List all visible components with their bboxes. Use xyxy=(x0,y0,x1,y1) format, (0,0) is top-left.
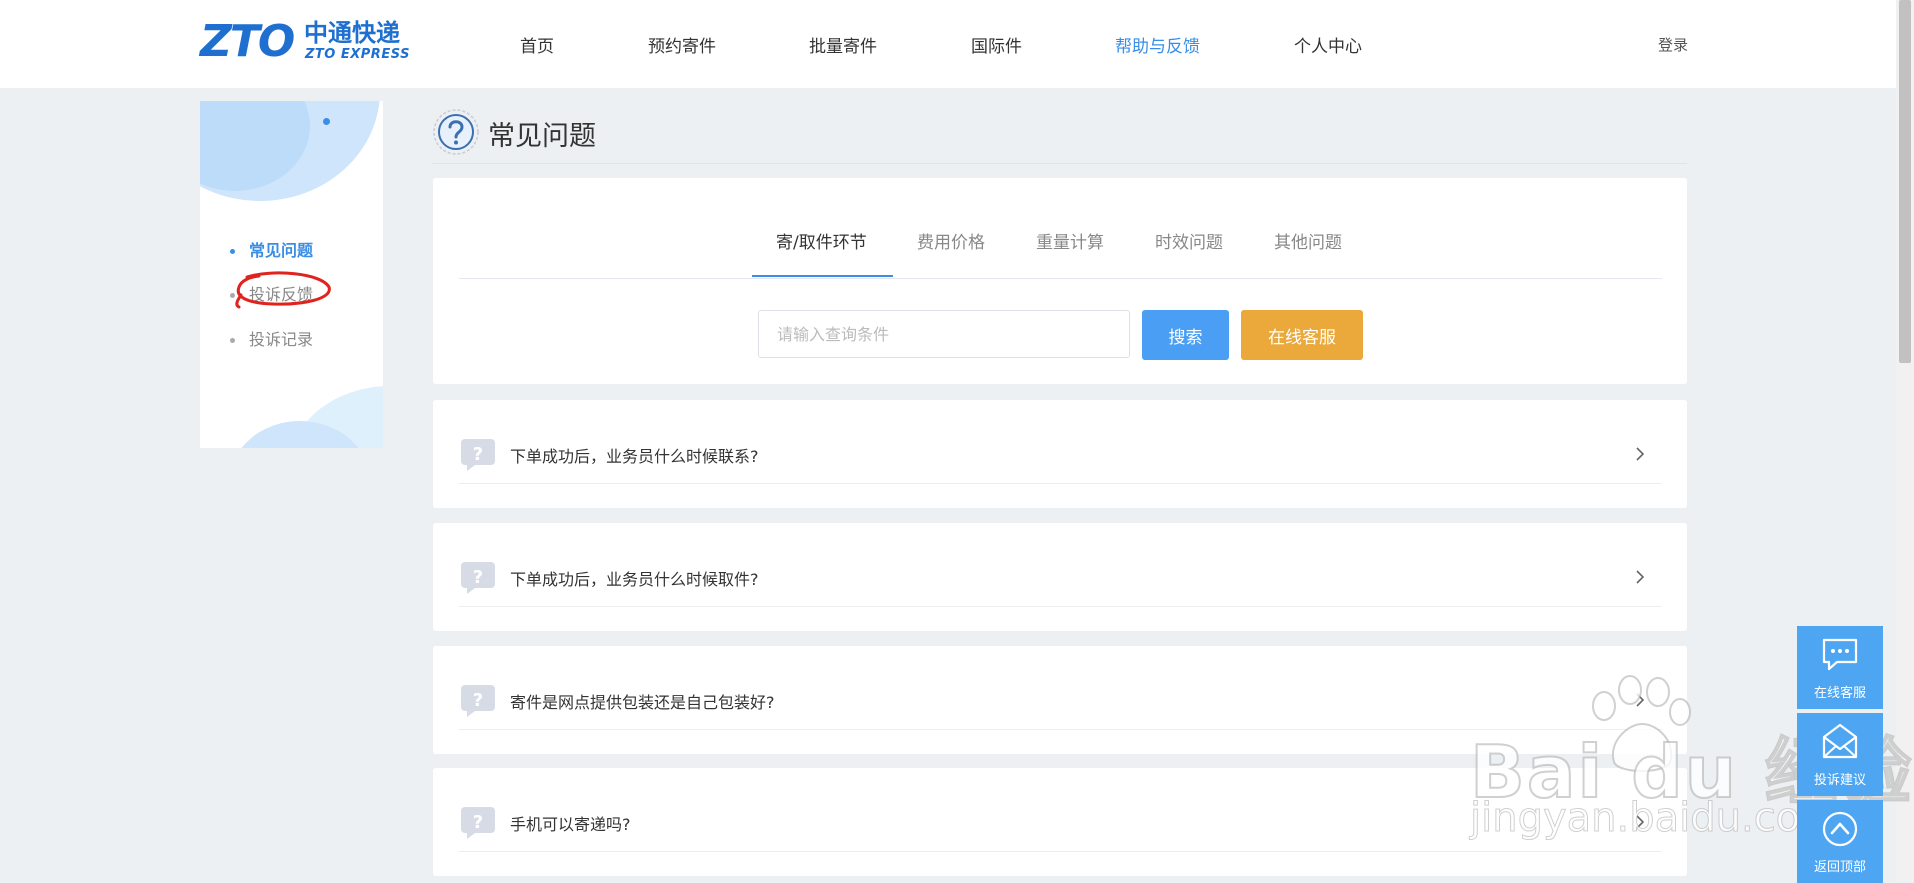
nav-international[interactable]: 国际件 xyxy=(971,32,1022,57)
bullet-icon xyxy=(230,249,235,254)
question-bubble-icon: ? xyxy=(461,439,495,471)
tab-other[interactable]: 其他问题 xyxy=(1274,228,1342,253)
arrow-up-icon xyxy=(1822,811,1858,847)
nav-help-feedback[interactable]: 帮助与反馈 xyxy=(1115,32,1200,57)
float-label: 投诉建议 xyxy=(1813,773,1866,788)
help-question-icon xyxy=(433,109,479,155)
sidebar-decoration-dot xyxy=(323,118,330,125)
red-circle-annotation xyxy=(235,271,331,309)
search-button[interactable]: 搜索 xyxy=(1142,310,1229,360)
svg-text:?: ? xyxy=(473,567,483,588)
tab-timeliness[interactable]: 时效问题 xyxy=(1155,228,1223,253)
login-link[interactable]: 登录 xyxy=(1658,34,1688,55)
nav-user-center[interactable]: 个人中心 xyxy=(1294,32,1362,57)
site-header: ZTO 中通快递 ZTO EXPRESS 首页 预约寄件 批量寄件 国际件 帮助… xyxy=(0,0,1896,88)
chevron-right-icon[interactable] xyxy=(1631,567,1649,587)
nav-batch-shipment[interactable]: 批量寄件 xyxy=(809,32,877,57)
tab-pickup-delivery[interactable]: 寄/取件环节 xyxy=(776,228,867,253)
float-online-service-button[interactable]: 在线客服 xyxy=(1797,626,1883,709)
float-label: 在线客服 xyxy=(1813,686,1866,701)
active-tab-indicator xyxy=(752,275,893,277)
title-divider xyxy=(432,163,1687,164)
tabs-divider xyxy=(459,278,1662,279)
question-bubble-icon: ? xyxy=(461,807,495,839)
faq-question: 下单成功后，业务员什么时候联系? xyxy=(510,447,759,466)
svg-text:?: ? xyxy=(473,812,483,833)
sidebar-item-complaint-records[interactable]: 投诉记录 xyxy=(230,326,313,350)
logo-chinese-name: 中通快递 xyxy=(304,19,400,47)
nav-book-shipment[interactable]: 预约寄件 xyxy=(648,32,716,57)
float-complaint-button[interactable]: 投诉建议 xyxy=(1797,713,1883,796)
faq-item[interactable]: ? 下单成功后，业务员什么时候取件? xyxy=(433,523,1687,631)
faq-divider xyxy=(459,851,1662,852)
tab-weight[interactable]: 重量计算 xyxy=(1036,228,1104,253)
zto-logo[interactable]: ZTO 中通快递 ZTO EXPRESS xyxy=(200,20,415,64)
tab-fees[interactable]: 费用价格 xyxy=(917,228,985,253)
chat-icon xyxy=(1822,638,1858,671)
page-title: 常见问题 xyxy=(488,121,596,152)
faq-question: 下单成功后，业务员什么时候取件? xyxy=(510,570,759,589)
faq-search-input[interactable] xyxy=(758,310,1130,358)
question-bubble-icon: ? xyxy=(461,562,495,594)
faq-filter-card: 寄/取件环节 费用价格 重量计算 时效问题 其他问题 搜索 在线客服 xyxy=(433,178,1687,384)
svg-text:?: ? xyxy=(473,444,483,465)
logo-english-name: ZTO EXPRESS xyxy=(305,47,410,62)
baidu-watermark-url: jingyan.baidu.com xyxy=(1469,795,1840,842)
svg-text:?: ? xyxy=(473,690,483,711)
bullet-icon xyxy=(230,338,235,343)
logo-mark: ZTO xyxy=(200,16,295,67)
nav-home[interactable]: 首页 xyxy=(520,32,554,57)
faq-item[interactable]: ? 下单成功后，业务员什么时候联系? xyxy=(433,400,1687,508)
sidebar-item-label: 投诉记录 xyxy=(249,330,314,349)
online-service-button[interactable]: 在线客服 xyxy=(1241,310,1363,360)
faq-divider xyxy=(459,606,1662,607)
question-bubble-icon: ? xyxy=(461,685,495,717)
mail-icon xyxy=(1822,723,1858,759)
float-label: 返回顶部 xyxy=(1813,860,1866,875)
sidebar-item-faq[interactable]: 常见问题 xyxy=(230,237,313,261)
page-scrollbar-thumb[interactable] xyxy=(1899,0,1911,363)
float-back-to-top-button[interactable]: 返回顶部 xyxy=(1797,800,1883,883)
sidebar-item-label: 常见问题 xyxy=(249,241,314,260)
chevron-right-icon[interactable] xyxy=(1631,444,1649,464)
faq-question: 手机可以寄递吗? xyxy=(510,815,631,834)
faq-question: 寄件是网点提供包装还是自己包装好? xyxy=(510,693,775,712)
faq-divider xyxy=(459,483,1662,484)
